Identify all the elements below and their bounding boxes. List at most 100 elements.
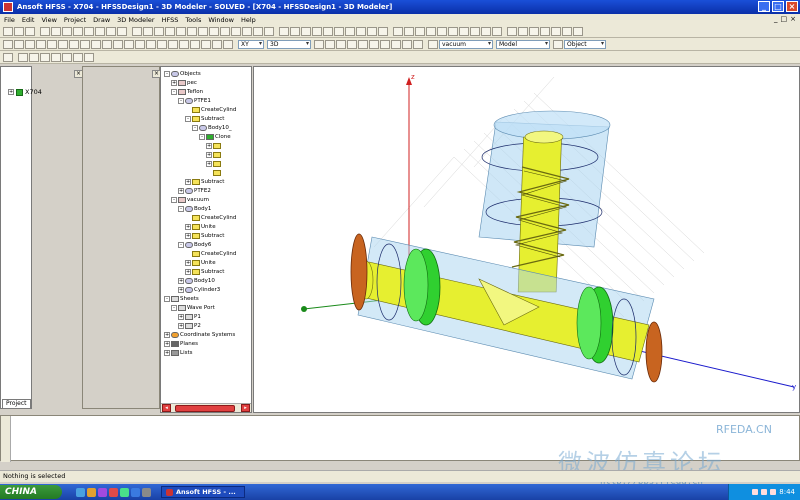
new-icon[interactable] [3,26,13,36]
desktop-icon[interactable] [120,487,129,497]
tree-item[interactable]: + Lists [164,348,192,357]
spiral-icon[interactable] [179,39,189,49]
plane-select[interactable]: XY [238,39,264,49]
expand-icon[interactable]: + [178,313,184,320]
tree-item[interactable]: + P2 [178,321,201,330]
snap-mode-icon[interactable] [325,39,335,49]
tree-item[interactable]: + Planes [164,339,198,348]
expand-icon[interactable]: + [185,232,191,239]
tree-item[interactable]: + Unite [185,222,216,231]
cone-icon[interactable] [135,39,145,49]
tree-item[interactable]: - Subtract [185,114,224,123]
teflon-ring-right[interactable] [576,286,614,364]
scroll-thumb[interactable] [175,405,235,412]
expand-icon[interactable]: + [206,142,212,149]
rotate-object-icon[interactable] [413,39,423,49]
align-icon[interactable] [380,39,390,49]
select-mode-icon[interactable] [553,39,563,49]
tree-item[interactable]: - Body10_ [192,123,232,132]
boundary-icon[interactable] [220,26,230,36]
minimize-button[interactable]: _ [758,1,770,12]
line-draw-icon[interactable] [3,39,13,49]
face-cs-icon[interactable] [212,39,222,49]
tree-item[interactable]: - vacuum [171,195,209,204]
tree-item[interactable]: - Sheets [164,294,199,303]
menu-window[interactable]: Window [208,16,234,24]
menu-3d-modeler[interactable]: 3D Modeler [117,16,154,24]
scale-icon[interactable] [358,39,368,49]
message-panel-handle[interactable] [1,416,11,462]
subtract-icon[interactable] [518,26,528,36]
collapse-icon[interactable]: - [185,115,191,122]
tree-item[interactable] [206,168,222,177]
mdi-minimize-button[interactable]: _ [774,15,778,23]
collapse-icon[interactable]: - [192,124,198,131]
material-icon[interactable] [428,39,438,49]
mesh-icon[interactable] [209,26,219,36]
cut-icon[interactable] [40,26,50,36]
expand-icon[interactable]: + [206,160,212,167]
close-button[interactable]: × [786,1,798,12]
expand-icon[interactable]: + [164,349,170,356]
mdi-restore-button[interactable]: □ [781,15,788,23]
vertex-icon[interactable] [492,26,502,36]
grid-toggle-icon[interactable] [314,39,324,49]
help-icon[interactable] [117,26,127,36]
cover-faces-icon[interactable] [51,52,61,62]
project-icon[interactable] [132,26,142,36]
tray-icon[interactable] [752,489,759,495]
tree-item[interactable]: CreateCylind [185,105,236,114]
expand-icon[interactable]: + [171,79,177,86]
tree-item[interactable]: - Wave Port [171,303,215,312]
menu-view[interactable]: View [41,16,56,24]
delete-icon[interactable] [106,26,116,36]
duplicate-icon[interactable] [369,39,379,49]
cover-lines-icon[interactable] [40,52,50,62]
tree-item[interactable]: + Subtract [185,231,224,240]
spline-icon[interactable] [14,39,24,49]
model-canvas[interactable]: z y [254,67,800,413]
expand-icon[interactable]: + [178,322,184,329]
menu-draw[interactable]: Draw [93,16,110,24]
collapse-icon[interactable]: - [171,88,177,95]
collapse-icon[interactable]: - [164,70,170,77]
tree-item[interactable]: CreateCylind [185,213,236,222]
sweep-path-icon[interactable] [562,26,572,36]
move-icon[interactable] [336,39,346,49]
expand-icon[interactable]: + [206,151,212,158]
tray-icon[interactable] [761,489,768,495]
app-icon[interactable] [109,487,118,497]
sweep-around-icon[interactable] [84,52,94,62]
copy-icon[interactable] [51,26,61,36]
media-icon[interactable] [98,487,107,497]
expand-icon[interactable]: + [185,178,191,185]
expand-icon[interactable]: + [164,340,170,347]
tree-item[interactable]: CreateCylind [185,249,236,258]
wave-port-p2[interactable] [645,321,663,383]
coord-icon[interactable] [426,26,436,36]
intersect-icon[interactable] [529,26,539,36]
tree-item[interactable]: - Clone [199,132,231,141]
plane-icon[interactable] [437,26,447,36]
view-icon[interactable] [367,26,377,36]
analyze-icon[interactable] [165,26,175,36]
wave-port-p1[interactable] [350,233,368,311]
imprint-icon[interactable] [551,26,561,36]
zoom-icon[interactable] [312,26,322,36]
torus-icon[interactable] [157,39,167,49]
mdi-close-button[interactable]: × [790,15,796,23]
sweep-icon[interactable] [253,26,263,36]
tree-item[interactable]: + Body10 [178,276,215,285]
fit-all-icon[interactable] [323,26,333,36]
mirror-icon[interactable] [347,39,357,49]
project-tab[interactable]: Project [2,399,31,409]
print-icon[interactable] [73,26,83,36]
maximize-button[interactable]: □ [772,1,784,12]
menu-file[interactable]: File [4,16,15,24]
menu-edit[interactable]: Edit [22,16,35,24]
equation-curve-icon[interactable] [36,39,46,49]
tree-item[interactable]: + PTFE2 [178,186,211,195]
collapse-icon[interactable]: - [178,241,184,248]
thicken-icon[interactable] [573,26,583,36]
box-icon[interactable] [102,39,112,49]
